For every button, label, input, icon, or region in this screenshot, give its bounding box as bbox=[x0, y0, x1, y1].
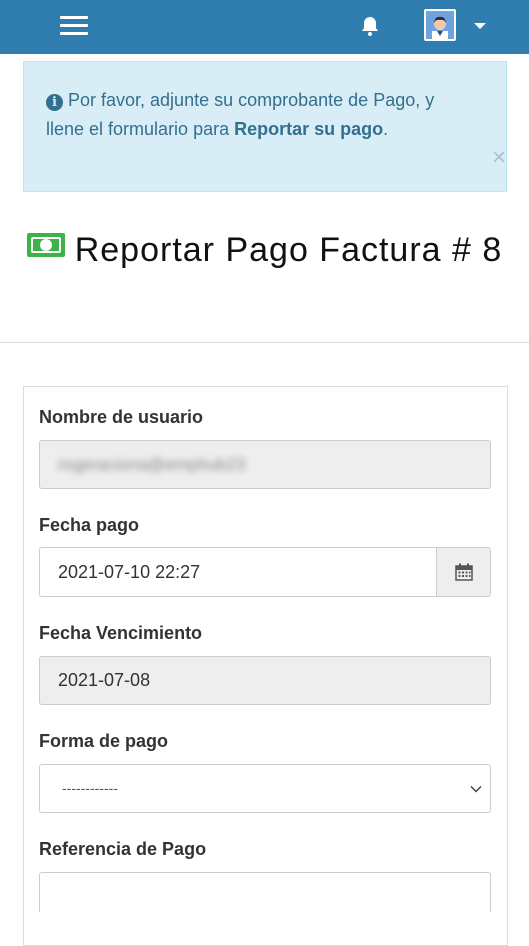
fecha-vencimiento-field: 2021-07-08 bbox=[39, 656, 491, 705]
bell-icon[interactable] bbox=[358, 14, 382, 38]
hamburger-menu-icon[interactable] bbox=[60, 16, 88, 36]
chevron-down-icon bbox=[470, 785, 482, 793]
avatar-icon bbox=[426, 11, 454, 39]
user-avatar[interactable] bbox=[424, 9, 456, 41]
info-circle-icon: i bbox=[46, 94, 63, 111]
fecha-pago-label: Fecha pago bbox=[39, 515, 140, 535]
referencia-pago-input[interactable] bbox=[39, 872, 491, 912]
fecha-pago-input[interactable]: 2021-07-10 22:27 bbox=[39, 547, 436, 597]
forma-pago-selected: ------------ bbox=[62, 780, 118, 796]
username-value: rogeraciona@emphub23 bbox=[58, 455, 246, 474]
money-bill-icon bbox=[26, 233, 65, 257]
calendar-icon bbox=[455, 563, 473, 581]
alert-bold-text: Reportar su pago bbox=[234, 119, 384, 139]
fecha-vencimiento-label: Fecha Vencimiento bbox=[39, 623, 203, 643]
caret-down-icon[interactable] bbox=[474, 23, 486, 29]
referencia-pago-label: Referencia de Pago bbox=[39, 839, 207, 859]
page-title: Reportar Pago Factura # 8 bbox=[0, 230, 529, 270]
divider bbox=[0, 342, 529, 343]
close-icon[interactable]: × bbox=[492, 146, 506, 170]
username-label: Nombre de usuario bbox=[39, 407, 204, 427]
forma-pago-select[interactable]: ------------ bbox=[39, 764, 491, 813]
calendar-button[interactable] bbox=[436, 547, 491, 597]
fecha-pago-group: 2021-07-10 22:27 bbox=[39, 547, 491, 597]
forma-pago-label: Forma de pago bbox=[39, 731, 169, 751]
top-navbar bbox=[0, 0, 529, 54]
alert-text-end: . bbox=[383, 119, 389, 139]
info-alert: i Por favor, adjunte su comprobante de Pa… bbox=[23, 61, 507, 192]
page-title-text: Reportar Pago Factura # 8 bbox=[74, 231, 503, 269]
username-field: rogeraciona@emphub23 bbox=[39, 440, 491, 489]
